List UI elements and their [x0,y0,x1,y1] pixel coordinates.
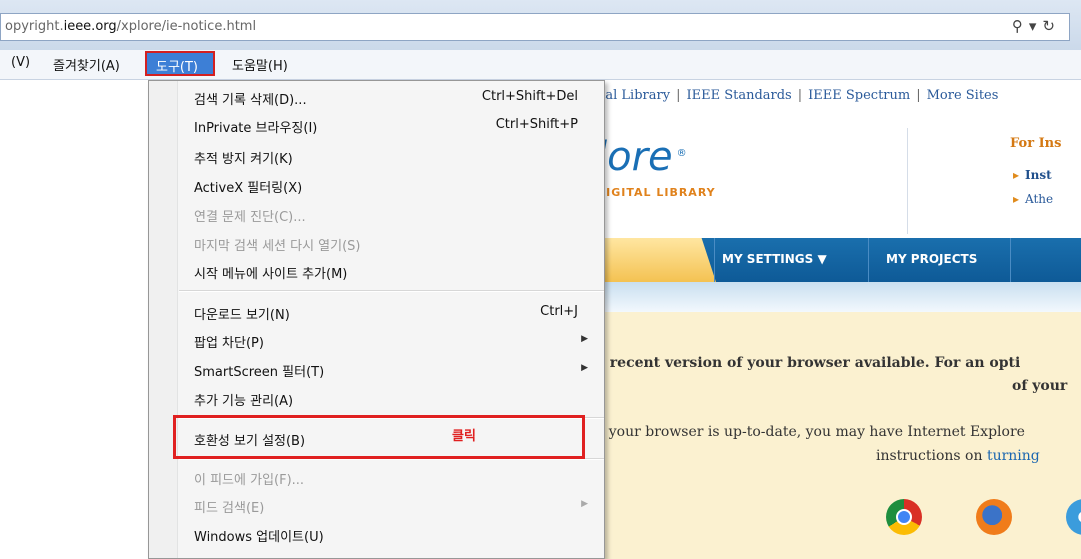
notice-line-2: e your browser is up-to-date, you may ha… [596,424,1025,440]
nav-active-tab[interactable] [596,238,716,282]
main-nav: MY SETTINGS ▼ MY PROJECTS [596,238,1081,282]
annotation-highlight-box [173,415,585,459]
menu-separator [179,290,604,292]
menu-item-feed-discovery: 피드 검색(E) ▶ [194,499,588,516]
submenu-arrow-icon: ▶ [581,499,588,509]
logo-text: lore [596,134,673,180]
click-annotation-label: 클릭 [452,429,476,444]
menu-item-add-to-start[interactable]: 시작 메뉴에 사이트 추가(M) [177,258,604,286]
notice-line-1-end: of your [1012,378,1068,394]
menu-item-smartscreen[interactable]: SmartScreen 필터(T) ▶ [177,356,604,384]
url-path: /xplore/ie-notice.html [116,19,257,34]
logo-mark: ® [676,147,687,159]
menu-help[interactable]: 도움말(H) [232,55,288,74]
menu-icon-column [149,81,178,558]
menu-favorites[interactable]: 즐겨찾기(A) [53,55,120,74]
page-left-area [0,80,148,559]
sites-links-bar: ital Library | IEEE Standards | IEEE Spectru… [596,88,999,103]
menu-item-windows-update[interactable]: Windows 업데이트(U) [177,521,604,549]
notice-line-1: e recent version of your browser availab… [596,355,1021,371]
url-text[interactable]: opyright.ieee.org/xplore/ie-notice.html [5,19,256,34]
menu-view[interactable]: (V) [11,55,30,70]
refresh-icon[interactable]: ↻ [1042,17,1061,35]
logo-subtitle: DIGITAL LIBRARY [596,186,716,199]
menu-item-inprivate[interactable]: InPrivate 브라우징(I) Ctrl+Shift+P [177,112,604,140]
institution-box: For Ins ▸ Inst ▸ Athe [1010,136,1062,206]
address-icons: ⚲▾↻ [1012,17,1061,35]
submenu-arrow-icon: ▶ [581,334,588,344]
menu-item-manage-addons[interactable]: 추가 기능 관리(A) [177,385,604,413]
url-prefix: opyright. [5,19,64,34]
menu-item-view-downloads[interactable]: 다운로드 보기(N) Ctrl+J [177,299,604,327]
chrome-icon[interactable] [886,499,922,535]
arrow-icon: ▸ [1013,192,1020,206]
institution-title: For Ins [1010,136,1062,151]
menu-item-activex-filtering[interactable]: ActiveX 필터링(X) [177,172,604,200]
menu-tools[interactable]: 도구(T) [145,51,215,76]
menu-item-diagnose-connection: 연결 문제 진단(C)... [194,210,306,225]
link-ieee-standards[interactable]: IEEE Standards [686,88,791,103]
nav-divider [868,238,869,282]
link-more-sites[interactable]: More Sites [927,88,999,103]
submenu-arrow-icon: ▶ [581,363,588,373]
url-field[interactable]: opyright.ieee.org/xplore/ie-notice.html … [0,13,1070,41]
header-divider [907,128,908,234]
menu-item-subscribe-feed: 이 피드에 가입(F)... [194,473,305,488]
browser-notice: e recent version of your browser availab… [596,312,1081,559]
link-digital-library[interactable]: ital Library [596,88,670,103]
nav-my-settings[interactable]: MY SETTINGS ▼ [722,252,827,266]
ie-icon[interactable] [1066,499,1081,535]
nav-divider [1010,238,1011,282]
url-domain: ieee.org [63,19,117,34]
nav-sub-band [596,282,1081,312]
xplore-logo[interactable]: lore ® DIGITAL LIBRARY [596,134,906,244]
menu-item-popup-blocker[interactable]: 팝업 차단(P) ▶ [177,327,604,355]
institution-link-2[interactable]: ▸ Athe [1013,192,1053,206]
institution-link-1[interactable]: ▸ Inst [1013,168,1052,182]
search-icon[interactable]: ⚲▾ [1012,17,1043,35]
turning-link[interactable]: turning [987,448,1040,464]
firefox-icon[interactable] [976,499,1012,535]
address-bar: opyright.ieee.org/xplore/ie-notice.html … [0,0,1081,51]
arrow-icon: ▸ [1013,168,1020,182]
nav-my-projects[interactable]: MY PROJECTS [886,252,977,266]
menu-bar: (V) 즐겨찾기(A) 도구(T) 도움말(H) [0,50,1081,80]
link-ieee-spectrum[interactable]: IEEE Spectrum [808,88,910,103]
menu-item-reopen-session: 마지막 검색 세션 다시 열기(S) [194,239,361,254]
tools-menu: 검색 기록 삭제(D)... Ctrl+Shift+Del InPrivate 브… [148,80,605,559]
nav-divider [714,238,715,282]
notice-line-3: instructions on turning [876,448,1040,464]
menu-item-tracking-protection[interactable]: 추적 방지 켜기(K) [177,143,604,171]
menu-item-delete-history[interactable]: 검색 기록 삭제(D)... Ctrl+Shift+Del [177,84,604,112]
